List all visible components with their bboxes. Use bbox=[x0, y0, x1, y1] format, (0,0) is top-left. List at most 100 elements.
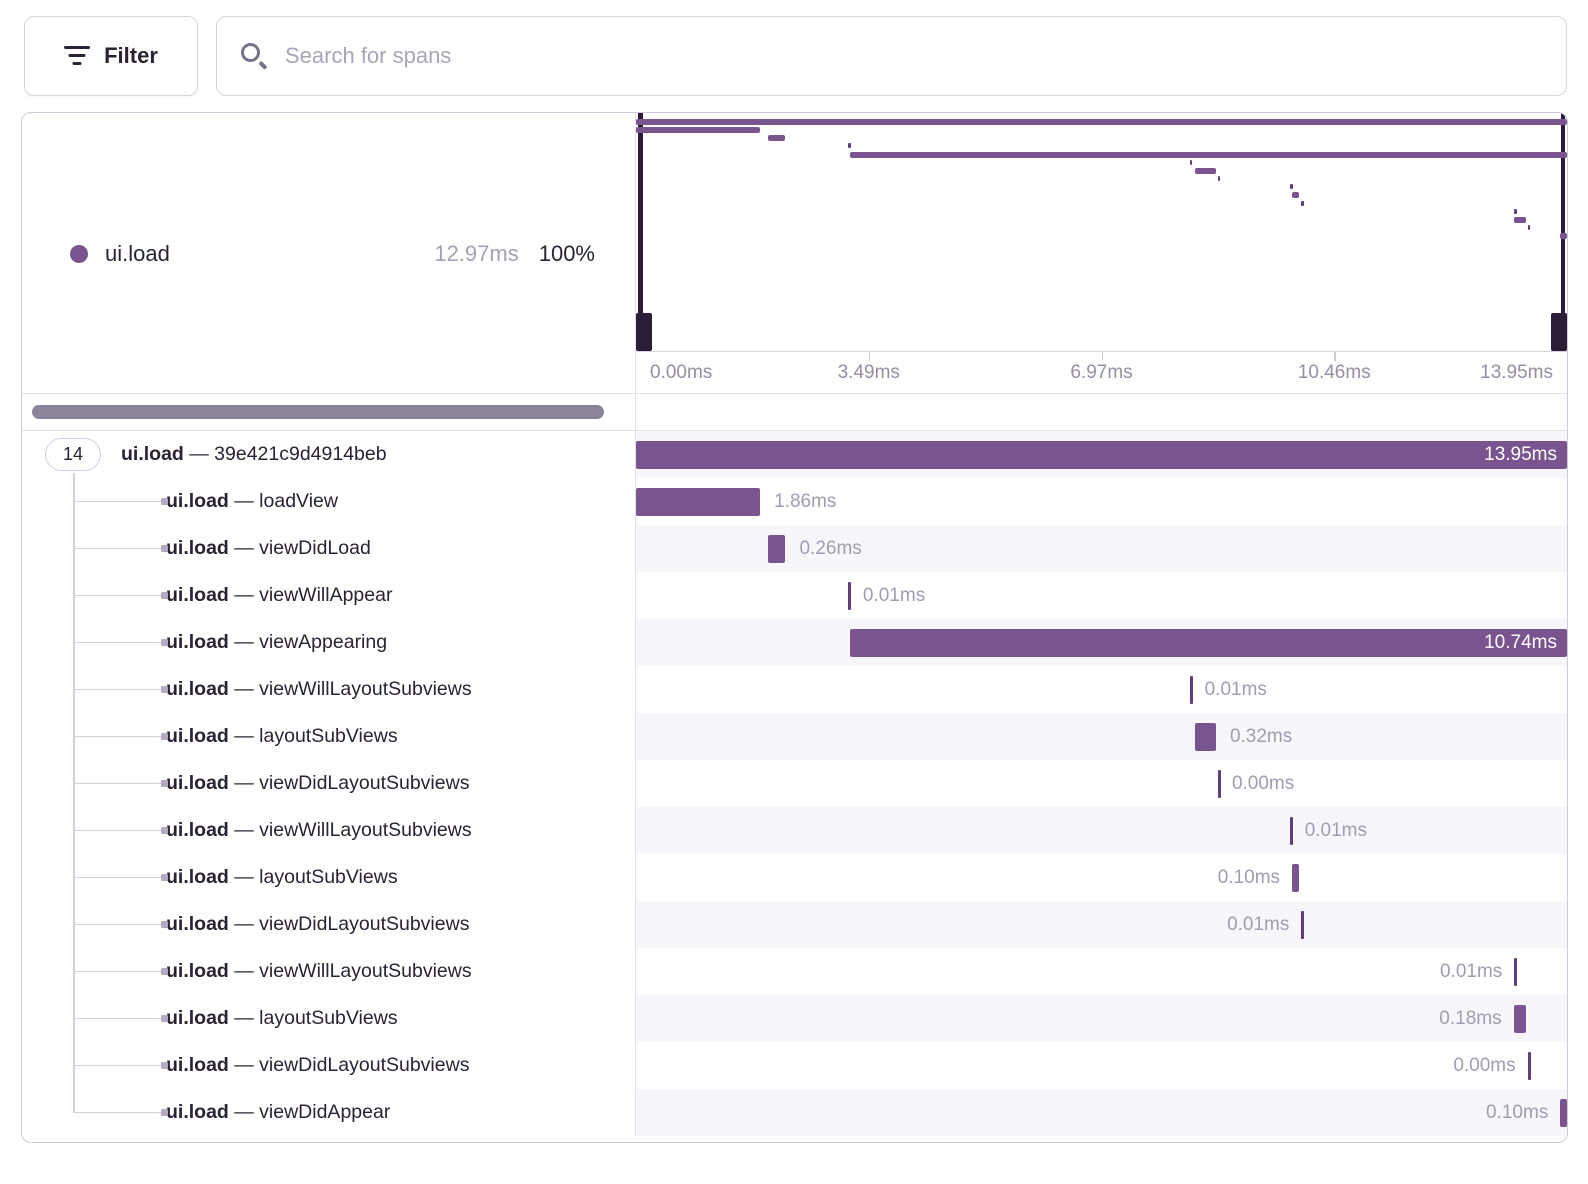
span-duration-bar[interactable]: 13.95ms bbox=[636, 441, 1567, 469]
tree-connector-dot bbox=[161, 1015, 168, 1022]
span-row[interactable]: ui.load — viewWillLayoutSubviews 0.01ms bbox=[22, 948, 1567, 995]
time-axis: 0.00ms3.49ms6.97ms10.46ms13.95ms bbox=[636, 352, 1567, 393]
span-duration-label: 0.10ms bbox=[1486, 1102, 1548, 1124]
span-title: ui.load — viewDidLayoutSubviews bbox=[166, 772, 469, 795]
tree-connector-horizontal bbox=[73, 501, 161, 503]
axis-tick-label: 3.49ms bbox=[838, 362, 900, 384]
span-duration-bar[interactable] bbox=[1290, 817, 1293, 845]
scrollbar-track bbox=[22, 394, 636, 430]
span-duration-bar[interactable] bbox=[1195, 723, 1216, 751]
minimap-span-bar bbox=[1292, 192, 1299, 198]
search-box[interactable] bbox=[216, 16, 1567, 96]
span-title: ui.load — layoutSubViews bbox=[166, 725, 398, 748]
span-title: ui.load — layoutSubViews bbox=[166, 866, 398, 889]
span-duration-label: 0.18ms bbox=[1439, 1008, 1501, 1030]
span-row[interactable]: ui.load — viewWillLayoutSubviews0.01ms bbox=[22, 807, 1567, 854]
span-row[interactable]: ui.load — viewDidLoad 0.26ms bbox=[22, 525, 1567, 572]
span-duration-bar[interactable] bbox=[768, 535, 785, 563]
span-tree-cell: ui.load — layoutSubViews bbox=[22, 995, 636, 1042]
tree-connector-horizontal bbox=[73, 1018, 161, 1020]
span-duration-bar[interactable] bbox=[1514, 1005, 1526, 1033]
span-row[interactable]: ui.load — loadView 1.86ms bbox=[22, 478, 1567, 525]
span-bar-cell: 0.18ms bbox=[636, 995, 1567, 1042]
span-row[interactable]: 14ui.load — 39e421c9d4914beb13.95ms bbox=[22, 431, 1567, 478]
tree-connector-horizontal bbox=[73, 877, 161, 879]
tree-connector-dot bbox=[161, 874, 168, 881]
span-duration-bar[interactable] bbox=[1190, 676, 1193, 704]
search-input[interactable] bbox=[285, 43, 1542, 69]
span-title: ui.load — viewDidLayoutSubviews bbox=[166, 913, 469, 936]
tree-connector-dot bbox=[161, 827, 168, 834]
span-duration-bar[interactable] bbox=[1218, 770, 1221, 798]
minimap-span-bar bbox=[768, 135, 785, 141]
tree-connector-dot bbox=[161, 686, 168, 693]
span-title: ui.load — loadView bbox=[166, 490, 338, 513]
span-bar-cell: 0.32ms bbox=[636, 713, 1567, 760]
minimap-span-bar bbox=[1290, 184, 1293, 189]
span-bar-cell: 0.10ms bbox=[636, 854, 1567, 901]
filter-button-label: Filter bbox=[104, 43, 158, 69]
span-duration-bar[interactable] bbox=[1560, 1099, 1567, 1127]
span-row[interactable]: ui.load — viewDidLayoutSubviews0.00ms bbox=[22, 760, 1567, 807]
span-title: ui.load — viewWillLayoutSubviews bbox=[166, 960, 472, 983]
trace-panel: ui.load 12.97ms 100% 0.00ms3.49ms6.97ms1… bbox=[21, 112, 1568, 1143]
span-bar-cell: 0.01ms bbox=[636, 572, 1567, 619]
span-duration-bar[interactable] bbox=[1514, 958, 1517, 986]
minimap-span-bar bbox=[1560, 233, 1567, 239]
span-bar-cell: 0.01ms bbox=[636, 901, 1567, 948]
span-bar-cell: 1.86ms bbox=[636, 478, 1567, 525]
span-duration-label: 0.01ms bbox=[1440, 961, 1502, 983]
span-bar-cell: 0.01ms bbox=[636, 666, 1567, 713]
tree-connector-horizontal bbox=[73, 736, 161, 738]
span-row[interactable]: ui.load — viewWillAppear0.01ms bbox=[22, 572, 1567, 619]
span-bar-cell: 0.26ms bbox=[636, 525, 1567, 572]
span-bar-cell: 0.10ms bbox=[636, 1089, 1567, 1136]
tree-connector-horizontal bbox=[73, 1112, 161, 1114]
trace-minimap[interactable] bbox=[636, 113, 1567, 352]
span-row[interactable]: ui.load — viewDidAppear 0.10ms bbox=[22, 1089, 1567, 1136]
span-title: ui.load — viewWillLayoutSubviews bbox=[166, 819, 472, 842]
span-tree-cell: ui.load — loadView bbox=[22, 478, 636, 525]
span-duration-label: 0.26ms bbox=[799, 538, 861, 560]
span-duration-label: 0.01ms bbox=[1227, 914, 1289, 936]
span-bar-cell: 13.95ms bbox=[636, 431, 1567, 478]
span-row[interactable]: ui.load — layoutSubViews 0.32ms bbox=[22, 713, 1567, 760]
span-duration-bar[interactable]: 10.74ms bbox=[850, 629, 1567, 657]
span-duration-bar[interactable] bbox=[636, 488, 760, 516]
span-tree-cell: ui.load — viewDidAppear bbox=[22, 1089, 636, 1136]
span-count-badge[interactable]: 14 bbox=[45, 438, 101, 471]
span-duration-bar[interactable] bbox=[1528, 1052, 1531, 1080]
span-row[interactable]: ui.load — viewDidLayoutSubviews 0.01ms bbox=[22, 901, 1567, 948]
span-row[interactable]: ui.load — viewAppearing 10.74ms bbox=[22, 619, 1567, 666]
search-icon bbox=[241, 43, 267, 69]
minimap-span-bar bbox=[850, 152, 1567, 158]
span-title: ui.load — viewWillLayoutSubviews bbox=[166, 678, 472, 701]
span-tree-cell: ui.load — layoutSubViews bbox=[22, 713, 636, 760]
span-row[interactable]: ui.load — viewDidLayoutSubviews0.00ms bbox=[22, 1042, 1567, 1089]
minimap-right-handle[interactable] bbox=[1551, 313, 1567, 351]
span-duration-bar[interactable] bbox=[1292, 864, 1299, 892]
span-bar-cell: 0.01ms bbox=[636, 948, 1567, 995]
span-tree-cell: ui.load — layoutSubViews bbox=[22, 854, 636, 901]
op-color-dot bbox=[70, 245, 88, 263]
axis-tick-mark bbox=[1334, 352, 1336, 361]
axis-section: 0.00ms3.49ms6.97ms10.46ms13.95ms bbox=[22, 352, 1567, 394]
span-row[interactable]: ui.load — viewWillLayoutSubviews 0.01ms bbox=[22, 666, 1567, 713]
span-row[interactable]: ui.load — layoutSubViews 0.18ms bbox=[22, 995, 1567, 1042]
scrollbar-section bbox=[22, 394, 1567, 431]
span-row[interactable]: ui.load — layoutSubViews 0.10ms bbox=[22, 854, 1567, 901]
filter-button[interactable]: Filter bbox=[24, 16, 198, 96]
span-duration-bar[interactable] bbox=[848, 582, 851, 610]
filter-icon bbox=[64, 45, 90, 67]
span-tree-cell: ui.load — viewAppearing bbox=[22, 619, 636, 666]
axis-tick-mark bbox=[1102, 352, 1104, 361]
span-title: ui.load — viewDidLoad bbox=[166, 537, 371, 560]
span-duration-bar[interactable] bbox=[1301, 911, 1304, 939]
span-duration-label: 1.86ms bbox=[774, 491, 836, 513]
tree-connector-horizontal bbox=[73, 642, 161, 644]
minimap-span-bar bbox=[1514, 217, 1526, 223]
horizontal-scrollbar-thumb[interactable] bbox=[32, 405, 604, 419]
minimap-left-handle[interactable] bbox=[636, 313, 652, 351]
tree-connector-dot bbox=[161, 498, 168, 505]
axis-tick-label: 0.00ms bbox=[650, 362, 712, 384]
